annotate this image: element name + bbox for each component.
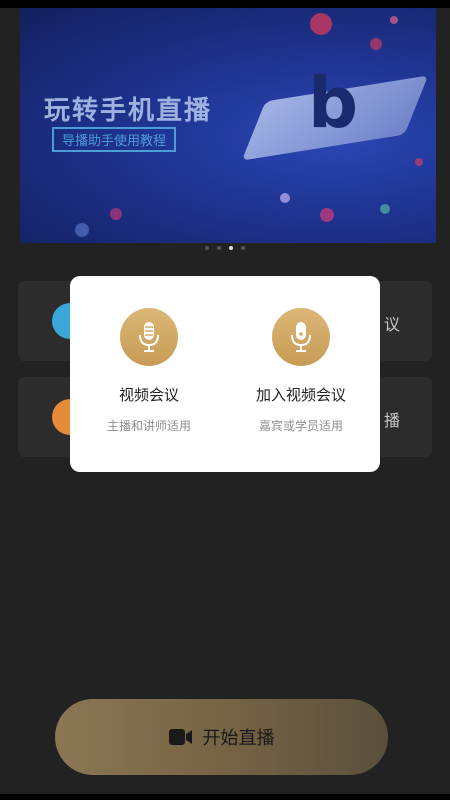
option-subtitle: 嘉宾或学员适用 bbox=[258, 419, 343, 433]
top-frame bbox=[0, 0, 450, 8]
join-meeting-option[interactable]: 加入视频会议 嘉宾或学员适用 bbox=[226, 308, 376, 434]
banner-subtitle: 导播助手使用教程 bbox=[52, 127, 177, 152]
option-title: 加入视频会议 bbox=[255, 386, 346, 404]
microphone-icon bbox=[272, 308, 330, 366]
carousel-dot[interactable] bbox=[205, 246, 209, 250]
bottom-frame bbox=[0, 794, 450, 800]
option-title: 视频会议 bbox=[118, 386, 179, 404]
card-label-fragment: 播 bbox=[383, 411, 400, 430]
banner-decoration bbox=[390, 16, 398, 24]
banner-carousel[interactable]: b 玩转手机直播 导播助手使用教程 bbox=[20, 8, 436, 243]
video-camera-icon bbox=[168, 729, 192, 745]
banner-decoration bbox=[370, 38, 382, 50]
meeting-type-dialog: 视频会议 主播和讲师适用 加入视频会议 嘉宾或学员适用 bbox=[70, 276, 380, 472]
banner-decoration bbox=[75, 223, 89, 237]
banner-title: 玩转手机直播 bbox=[44, 96, 213, 126]
carousel-dot[interactable] bbox=[217, 246, 221, 250]
card-label-fragment: 议 bbox=[383, 315, 400, 334]
microphone-icon bbox=[120, 308, 178, 366]
video-meeting-option[interactable]: 视频会议 主播和讲师适用 bbox=[74, 308, 224, 434]
carousel-indicator bbox=[0, 246, 450, 250]
option-subtitle: 主播和讲师适用 bbox=[106, 419, 191, 433]
banner-decoration bbox=[310, 13, 332, 35]
carousel-dot[interactable] bbox=[241, 246, 245, 250]
banner-decoration bbox=[415, 158, 423, 166]
carousel-dot-active[interactable] bbox=[229, 246, 233, 250]
banner-decoration bbox=[320, 208, 334, 222]
start-live-label: 开始直播 bbox=[202, 728, 275, 749]
start-live-button[interactable]: 开始直播 bbox=[55, 699, 388, 775]
logo-illustration: b bbox=[308, 62, 359, 144]
banner-decoration bbox=[380, 204, 390, 214]
banner-decoration bbox=[280, 193, 290, 203]
banner-decoration bbox=[110, 208, 122, 220]
